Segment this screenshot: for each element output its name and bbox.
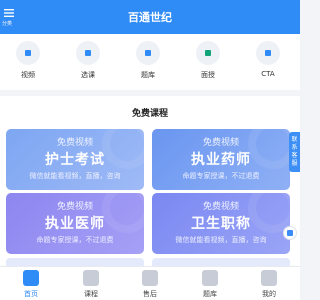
user-icon (261, 270, 277, 286)
tab-label: 我的 (262, 290, 276, 298)
card-title: 执业药师 (191, 152, 251, 168)
tab-label: 售后 (143, 290, 157, 298)
course-card-nurse[interactable]: 免费视频 护士考试 微信就能看视频，直播，咨询 (6, 129, 144, 190)
tab-question-bank[interactable]: 题库 (187, 270, 233, 299)
tab-label: 课程 (84, 290, 98, 298)
card-title: 卫生职称 (191, 216, 251, 232)
card-tag: 免费视频 (202, 138, 239, 148)
nav-item-video[interactable]: 视频 (8, 41, 48, 80)
card-subtitle: 命题专家授课，不过退费 (36, 236, 114, 244)
course-card-physician[interactable]: 免费视频 执业医师 命题专家授课，不过退费 (6, 193, 144, 254)
customer-service-tab[interactable]: 联系客服 (289, 132, 300, 172)
tab-mine[interactable]: 我的 (246, 270, 292, 299)
next-card-edge (6, 258, 144, 266)
nav-label: 面授 (201, 71, 215, 79)
app-header: 分类 百通世纪 (0, 0, 300, 34)
list-icon (202, 270, 218, 286)
nav-label: CTA (261, 70, 275, 78)
course-card-health-title[interactable]: 免费视频 卫生职称 微信就能看视频，直播，咨询 (152, 193, 290, 254)
nav-label: 题库 (141, 71, 155, 79)
tab-course[interactable]: 课程 (68, 270, 114, 299)
nav-item-classroom[interactable]: 面授 (188, 41, 228, 80)
play-icon (83, 270, 99, 286)
tab-label: 题库 (203, 290, 217, 298)
tab-after-sales[interactable]: 售后 (127, 270, 173, 299)
video-icon (16, 41, 40, 65)
card-tag: 免费视频 (202, 202, 239, 212)
card-title: 护士考试 (45, 152, 105, 168)
home-icon (23, 270, 39, 286)
tab-label: 首页 (24, 290, 38, 298)
question-bank-icon (136, 41, 160, 65)
card-subtitle: 微信就能看视频，直播，咨询 (175, 236, 267, 244)
flame-icon (142, 270, 158, 286)
classroom-icon (196, 41, 220, 65)
nav-item-cta[interactable]: CTA (248, 41, 288, 78)
category-nav: 视频 选课 题库 面授 CTA (0, 34, 300, 90)
chat-icon (287, 230, 293, 236)
tab-home[interactable]: 首页 (8, 270, 54, 299)
cta-icon (256, 41, 280, 65)
section-title: 免费课程 (131, 109, 168, 119)
course-card-pharmacist[interactable]: 免费视频 执业药师 命题专家授课，不过退费 (152, 129, 290, 190)
card-tag: 免费视频 (56, 138, 93, 148)
page-title: 百通世纪 (128, 11, 172, 24)
bottom-tabbar: 首页 课程 售后 题库 我的 (0, 266, 300, 300)
course-icon (76, 41, 100, 65)
nav-item-course[interactable]: 选课 (68, 41, 108, 80)
card-title: 执业医师 (45, 216, 105, 232)
nav-label: 选课 (81, 71, 95, 79)
floating-button[interactable] (283, 226, 297, 240)
card-subtitle: 微信就能看视频，直播，咨询 (29, 172, 121, 180)
card-tag: 免费视频 (56, 202, 93, 212)
next-card-edge (152, 258, 290, 266)
nav-item-question-bank[interactable]: 题库 (128, 41, 168, 80)
nav-label: 视频 (21, 71, 35, 79)
card-subtitle: 命题专家授课，不过退费 (182, 172, 260, 180)
